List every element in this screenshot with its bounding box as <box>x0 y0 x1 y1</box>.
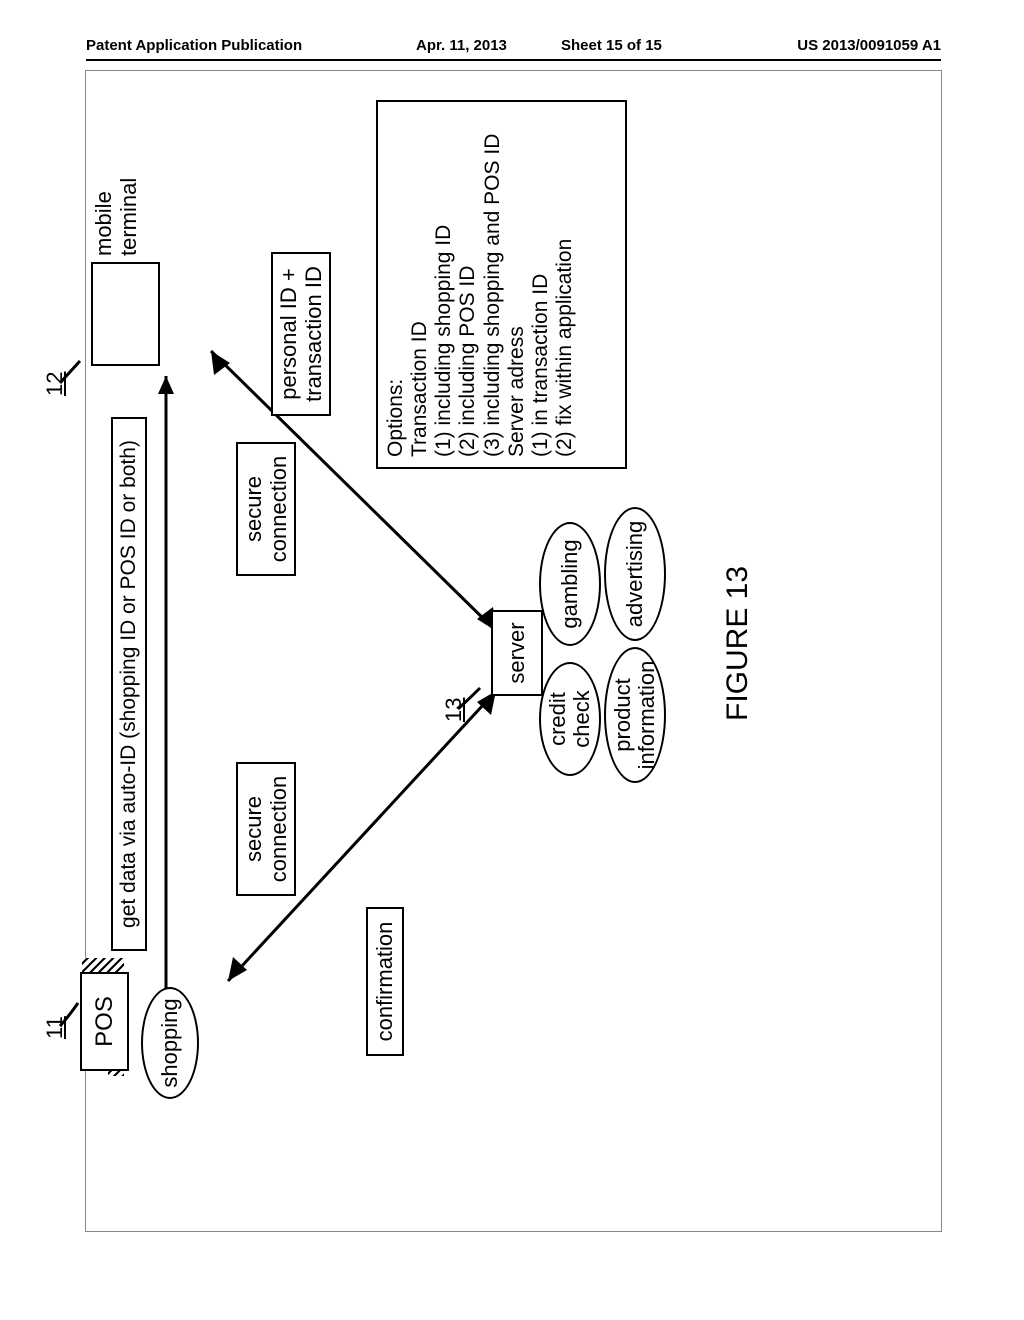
confirmation-label: confirmation <box>366 907 404 1056</box>
personal-id-text: personal ID + transaction ID <box>276 266 327 402</box>
advertising-label: advertising <box>623 521 647 627</box>
shopping-label: shopping <box>158 998 182 1087</box>
mobile-terminal-label: mobile terminal <box>91 178 142 256</box>
mobile-terminal-node <box>91 262 160 366</box>
shopping-node: shopping <box>141 987 199 1099</box>
pos-label: POS <box>91 996 119 1047</box>
product-info-node: product information <box>604 647 666 783</box>
pos-node: POS <box>80 972 129 1071</box>
gambling-label: gambling <box>558 539 582 628</box>
credit-check-node: credit check <box>539 662 601 776</box>
header-number: US 2013/0091059 A1 <box>797 37 941 54</box>
header-date: Apr. 11, 2013 <box>416 37 507 54</box>
header-publication: Patent Application Publication <box>86 37 302 54</box>
options-box: Options: Transaction ID (1) including sh… <box>376 100 627 469</box>
figure-caption: FIGURE 13 <box>721 566 755 721</box>
secure-right-text: secure connection <box>241 456 292 562</box>
autoid-text: get data via auto-ID (shopping ID or POS… <box>117 440 141 928</box>
credit-check-label: credit check <box>546 690 594 747</box>
autoid-edge-label: get data via auto-ID (shopping ID or POS… <box>111 417 147 951</box>
header-sheet: Sheet 15 of 15 <box>561 37 662 54</box>
ref-13: 13 <box>441 698 467 722</box>
advertising-node: advertising <box>604 507 666 641</box>
secure-right-label: secure connection <box>236 442 296 576</box>
secure-left-label: secure connection <box>236 762 296 896</box>
options-text: Options: Transaction ID (1) including sh… <box>384 134 577 457</box>
header-rule <box>86 59 941 61</box>
product-info-label: product information <box>611 661 659 770</box>
personal-id-label: personal ID + transaction ID <box>271 252 331 416</box>
secure-left-text: secure connection <box>241 776 292 882</box>
ref-12: 12 <box>42 372 68 396</box>
page-frame: Patent Application Publication Apr. 11, … <box>85 70 942 1232</box>
server-label: server <box>504 622 529 683</box>
ref-11: 11 <box>42 1016 68 1039</box>
confirmation-text: confirmation <box>372 922 397 1042</box>
server-node: server <box>491 610 543 696</box>
gambling-node: gambling <box>539 522 601 646</box>
figure-diagram: POS 11 shopping mobile terminal 12 get d… <box>66 351 966 971</box>
